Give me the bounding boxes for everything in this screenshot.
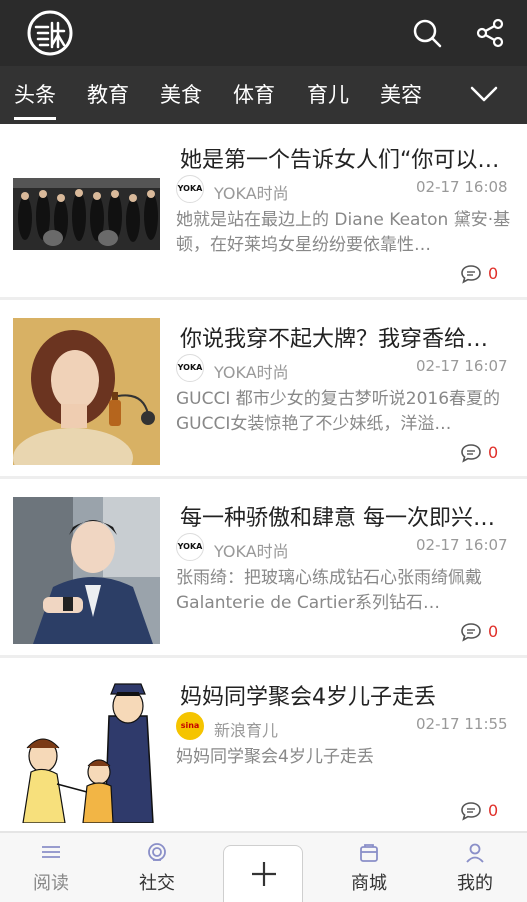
article-thumbnail	[13, 178, 160, 250]
bottom-nav: 阅读 社交 商城 我的	[0, 831, 527, 902]
tab-beauty[interactable]: 美容	[380, 80, 422, 110]
search-button[interactable]	[410, 16, 444, 50]
nav-social[interactable]: 社交	[122, 841, 192, 897]
article-thumbnail	[13, 676, 160, 823]
comment-count: 0	[488, 443, 499, 462]
article-card[interactable]: 妈妈同学聚会4岁儿子走丢 sina 新浪育儿 02-17 11:55 妈妈同学聚…	[0, 661, 527, 831]
tab-food[interactable]: 美食	[160, 80, 202, 110]
article-time: 02-17 16:08	[416, 178, 508, 196]
source-logo: YOKA	[176, 533, 204, 561]
article-description: 张雨绮：把玻璃心练成钻石心张雨绮佩戴Galanterie de Cartier系…	[176, 568, 482, 613]
nav-read[interactable]: 阅读	[16, 841, 86, 897]
article-source: 新浪育儿	[214, 721, 279, 740]
source-logo: YOKA	[176, 354, 204, 382]
source-logo: YOKA	[176, 175, 204, 203]
tab-parenting[interactable]: 育儿	[307, 80, 349, 110]
article-title[interactable]: 每一种骄傲和肆意 每一次即兴…	[180, 500, 516, 532]
comment-icon	[460, 801, 482, 821]
nav-profile[interactable]: 我的	[440, 841, 510, 897]
article-time: 02-17 16:07	[416, 536, 508, 554]
article-title[interactable]: 妈妈同学聚会4岁儿子走丢	[180, 679, 516, 711]
article-card[interactable]: 每一种骄傲和肆意 每一次即兴… YOKA YOKA时尚 02-17 16:07 …	[0, 482, 527, 658]
tab-headlines[interactable]: 头条	[14, 80, 56, 120]
article-source: YOKA时尚	[214, 184, 289, 203]
article-source: YOKA时尚	[214, 542, 289, 561]
article-title[interactable]: 你说我穿不起大牌？我穿香给…	[180, 321, 516, 353]
app-bar	[0, 0, 527, 66]
add-post-button[interactable]	[223, 845, 303, 902]
profile-icon	[466, 843, 484, 863]
app-logo[interactable]	[26, 9, 74, 57]
nav-read-label: 阅读	[33, 873, 69, 894]
tab-sports[interactable]: 体育	[233, 80, 275, 110]
tab-education[interactable]: 教育	[87, 80, 129, 110]
comment-count: 0	[488, 801, 499, 820]
nav-social-label: 社交	[139, 873, 175, 894]
article-description: 妈妈同学聚会4岁儿子走丢	[176, 747, 374, 767]
nav-profile-label: 我的	[457, 873, 493, 894]
tabs-expand-button[interactable]	[466, 76, 502, 112]
app-logo-icon	[27, 10, 73, 56]
article-card[interactable]: 她是第一个告诉女人们“你可以… YOKA YOKA时尚 02-17 16:08 …	[0, 124, 527, 300]
comment-count: 0	[488, 622, 499, 641]
share-button[interactable]	[473, 16, 507, 50]
article-card[interactable]: 你说我穿不起大牌？我穿香给… YOKA YOKA时尚 02-17 16:07 G…	[0, 303, 527, 479]
category-tabs: 头条 教育 美食 体育 育儿 美容	[0, 66, 527, 124]
article-time: 02-17 16:07	[416, 357, 508, 375]
mall-icon	[360, 844, 378, 862]
article-time: 02-17 11:55	[416, 715, 508, 733]
article-thumbnail	[13, 318, 160, 465]
article-description: 她就是站在最边上的 Diane Keaton 黛安·基顿，在好莱坞女星纷纷要依靠…	[176, 210, 511, 255]
comment-icon	[460, 622, 482, 642]
source-logo: sina	[176, 712, 204, 740]
article-description: GUCCI 都市少女的复古梦听说2016春夏的GUCCI女装惊艳了不少妹纸，洋溢…	[176, 389, 501, 434]
plus-icon	[252, 862, 276, 886]
comment-icon	[460, 264, 482, 284]
article-thumbnail	[13, 497, 160, 644]
social-icon	[148, 843, 166, 861]
chevron-down-icon	[470, 86, 498, 102]
article-title[interactable]: 她是第一个告诉女人们“你可以…	[180, 142, 516, 174]
nav-mall[interactable]: 商城	[334, 841, 404, 897]
article-source: YOKA时尚	[214, 363, 289, 382]
comment-count: 0	[488, 264, 499, 283]
share-icon	[476, 18, 504, 48]
nav-mall-label: 商城	[351, 873, 387, 894]
comment-icon	[460, 443, 482, 463]
read-icon	[42, 846, 60, 858]
search-icon	[413, 19, 442, 48]
